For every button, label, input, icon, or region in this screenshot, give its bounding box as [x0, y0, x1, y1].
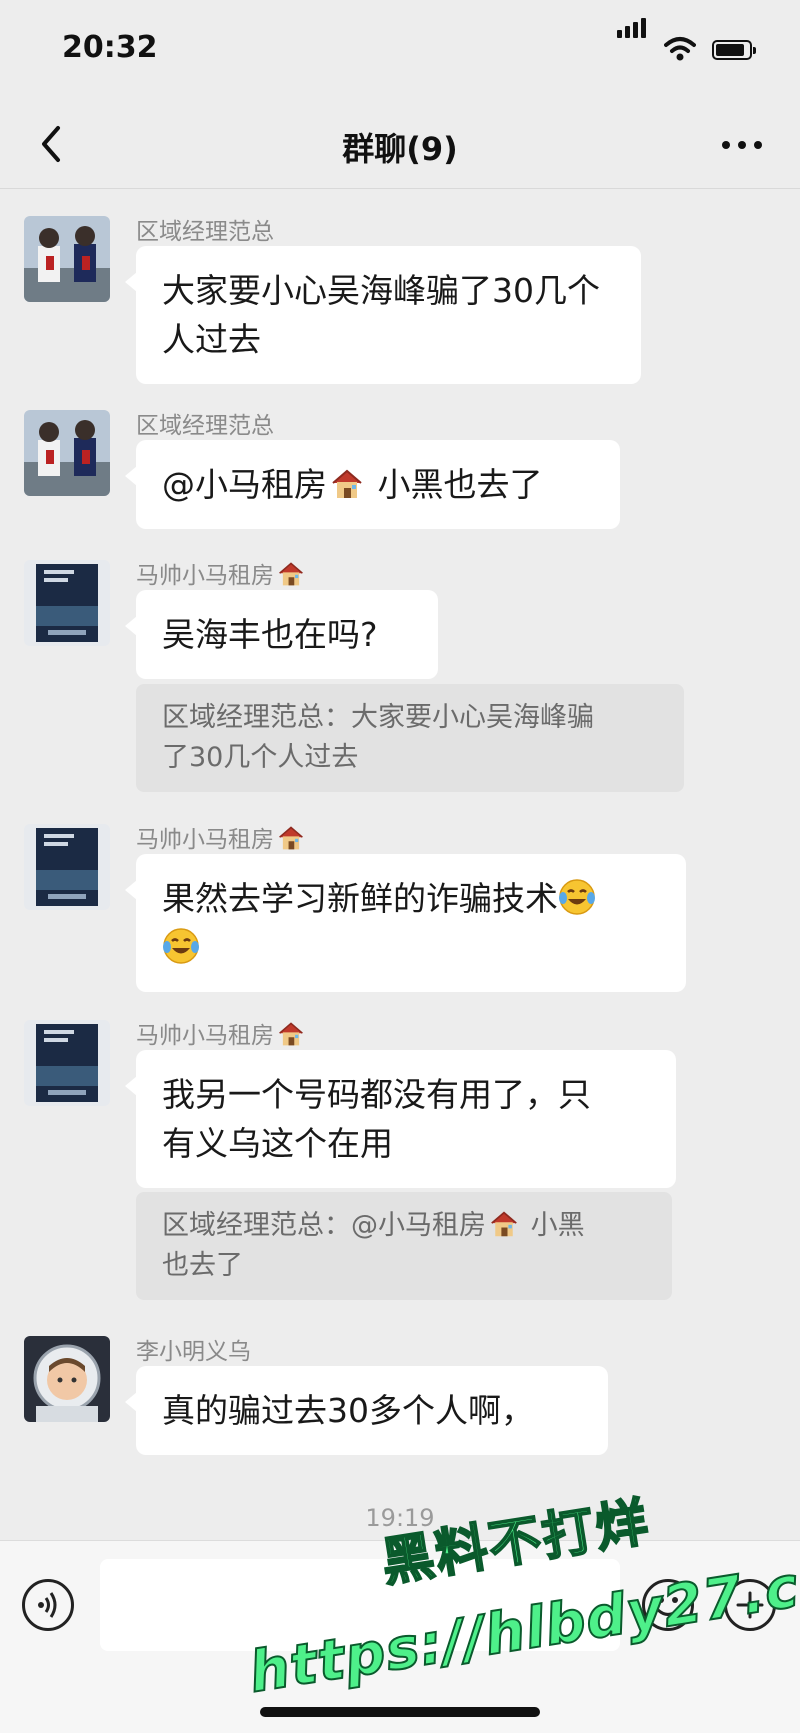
- message-text: 小黑也去了: [367, 465, 543, 504]
- avatar[interactable]: [24, 216, 110, 302]
- more-icon[interactable]: [720, 130, 764, 160]
- sender-name: 马帅小马租房: [136, 1016, 308, 1050]
- quote-text: 区域经理范总：@小马租房: [162, 1210, 486, 1241]
- avatar[interactable]: [24, 1020, 110, 1106]
- laughing-tears-emoji-icon: [559, 879, 595, 915]
- message-bubble[interactable]: 果然去学习新鲜的诈骗技术: [125, 854, 686, 992]
- sender-name: 区域经理范总: [136, 413, 274, 439]
- quote-text: 小黑: [522, 1210, 585, 1241]
- message-text-line: 有义乌这个在用: [162, 1124, 393, 1163]
- message-bubble[interactable]: 我另一个号码都没有用了，只 有义乌这个在用: [125, 1050, 676, 1188]
- message-text: 果然去学习新鲜的诈骗技术: [162, 879, 558, 918]
- house-emoji-icon: [491, 1211, 517, 1237]
- house-emoji-icon: [279, 562, 303, 586]
- avatar[interactable]: [24, 824, 110, 910]
- message-text-line: 大家要小心吴海峰骗了30几个: [162, 271, 600, 310]
- chat-title: 群聊(9): [342, 130, 458, 168]
- status-time: 20:32: [62, 30, 158, 65]
- status-bar: 20:32: [0, 0, 800, 100]
- chat-header: 群聊(9): [0, 100, 800, 189]
- sender-name: 马帅小马租房: [136, 820, 308, 854]
- wifi-icon: [664, 37, 696, 61]
- sender-name: 区域经理范总: [136, 219, 274, 245]
- quote-text-line: 区域经理范总：大家要小心吴海峰骗: [162, 702, 594, 733]
- sender-name: 李小明义乌: [136, 1339, 251, 1365]
- avatar[interactable]: [24, 560, 110, 646]
- house-emoji-icon: [279, 1022, 303, 1046]
- message-bubble[interactable]: 真的骗过去30多个人啊，: [125, 1366, 608, 1455]
- message-text-line: 人过去: [162, 320, 261, 359]
- voice-icon[interactable]: [22, 1579, 74, 1631]
- message-bubble[interactable]: 大家要小心吴海峰骗了30几个 人过去: [125, 246, 641, 384]
- quoted-message[interactable]: 区域经理范总：@小马租房 小黑 也去了: [136, 1192, 672, 1300]
- house-emoji-icon: [332, 469, 362, 498]
- avatar[interactable]: [24, 410, 110, 496]
- house-emoji-icon: [279, 826, 303, 850]
- message-text: 真的骗过去30多个人啊，: [162, 1391, 534, 1430]
- quote-text-line: 了30几个人过去: [162, 742, 359, 773]
- home-indicator: [260, 1707, 540, 1717]
- message-text: @小马租房: [162, 465, 327, 504]
- quoted-message[interactable]: 区域经理范总：大家要小心吴海峰骗 了30几个人过去: [136, 684, 684, 792]
- sender-name: 马帅小马租房: [136, 556, 308, 590]
- avatar[interactable]: [24, 1336, 110, 1422]
- battery-icon: [712, 40, 756, 60]
- quote-text-line: 也去了: [162, 1250, 243, 1281]
- message-text: 吴海丰也在吗?: [162, 615, 378, 654]
- message-bubble[interactable]: 吴海丰也在吗?: [125, 590, 438, 679]
- message-text-line: 我另一个号码都没有用了，只: [162, 1075, 591, 1114]
- message-bubble[interactable]: @小马租房 小黑也去了: [125, 440, 620, 529]
- laughing-tears-emoji-icon: [163, 928, 199, 964]
